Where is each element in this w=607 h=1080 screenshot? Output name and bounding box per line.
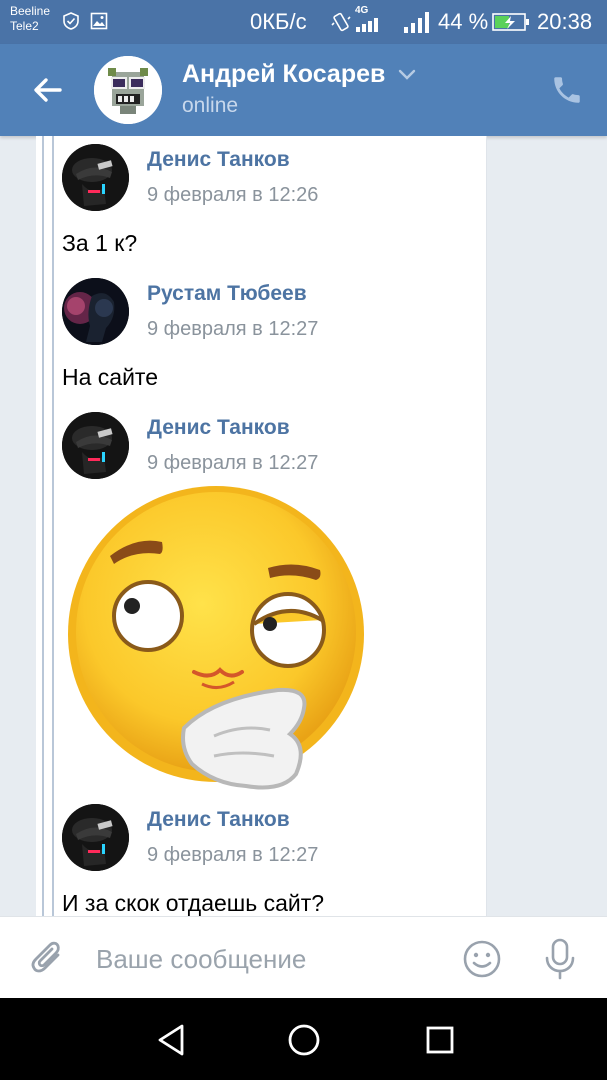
thinking-face-sticker[interactable] — [64, 484, 376, 800]
message-time: 9 февраля в 12:27 — [147, 844, 319, 866]
message-author[interactable]: Денис Танков — [147, 808, 290, 832]
signal-icon-1 — [356, 18, 378, 32]
avatar-image — [62, 412, 129, 479]
avatar[interactable] — [62, 412, 129, 479]
pixel-skull-image — [94, 56, 162, 124]
smile-icon[interactable] — [462, 939, 502, 979]
microphone-icon[interactable] — [542, 937, 578, 981]
vibrate-icon — [331, 12, 351, 32]
avatar[interactable] — [62, 278, 129, 345]
chevron-down-icon[interactable] — [398, 68, 416, 82]
data-speed: 0КБ/с — [250, 9, 307, 34]
carrier-2: Tele2 — [10, 19, 39, 33]
message-time: 9 февраля в 12:27 — [147, 452, 319, 474]
status-bar: Beeline Tele2 0КБ/с 4G 44 % 20:38 — [0, 0, 607, 44]
gallery-icon — [90, 12, 108, 30]
message-author[interactable]: Денис Танков — [147, 416, 290, 440]
shield-icon — [63, 12, 79, 30]
avatar-image — [62, 144, 129, 211]
carrier-1: Beeline — [10, 4, 51, 18]
paperclip-icon[interactable] — [28, 937, 68, 979]
message-text: На сайте — [62, 364, 158, 390]
contact-avatar[interactable] — [94, 56, 162, 124]
carrier-labels: Beeline Tele2 — [10, 4, 50, 34]
avatar[interactable] — [62, 804, 129, 871]
quote-line — [42, 136, 44, 916]
message-time: 9 февраля в 12:26 — [147, 184, 319, 206]
back-triangle-icon[interactable] — [152, 1020, 192, 1060]
message-time: 9 февраля в 12:27 — [147, 318, 319, 340]
home-circle-icon[interactable] — [284, 1020, 324, 1060]
signal-icon-2 — [404, 12, 429, 33]
avatar-image — [62, 278, 129, 345]
quote-line — [52, 136, 54, 916]
contact-name[interactable]: Андрей Косарев — [182, 60, 385, 89]
message-author[interactable]: Денис Танков — [147, 148, 290, 172]
phone-icon[interactable] — [550, 73, 584, 107]
contact-status: online — [182, 94, 239, 117]
clock: 20:38 — [537, 9, 593, 34]
message-text: За 1 к? — [62, 230, 138, 256]
battery-percent: 44 % — [438, 9, 489, 34]
system-nav-bar — [0, 998, 607, 1080]
back-arrow-icon[interactable] — [30, 72, 66, 108]
message-list[interactable]: Денис Танков 9 февраля в 12:26 За 1 к? Р… — [0, 136, 607, 916]
message-author[interactable]: Рустам Тюбеев — [147, 282, 307, 306]
recents-square-icon[interactable] — [420, 1020, 460, 1060]
message-text: И за скок отдаешь сайт? — [62, 890, 325, 916]
message-composer — [0, 916, 607, 999]
message-input[interactable] — [96, 939, 436, 979]
battery-charging-icon — [492, 13, 529, 31]
avatar[interactable] — [62, 144, 129, 211]
avatar-image — [62, 804, 129, 871]
network-type: 4G — [355, 5, 369, 16]
chat-header: Андрей Косарев online — [0, 44, 607, 136]
